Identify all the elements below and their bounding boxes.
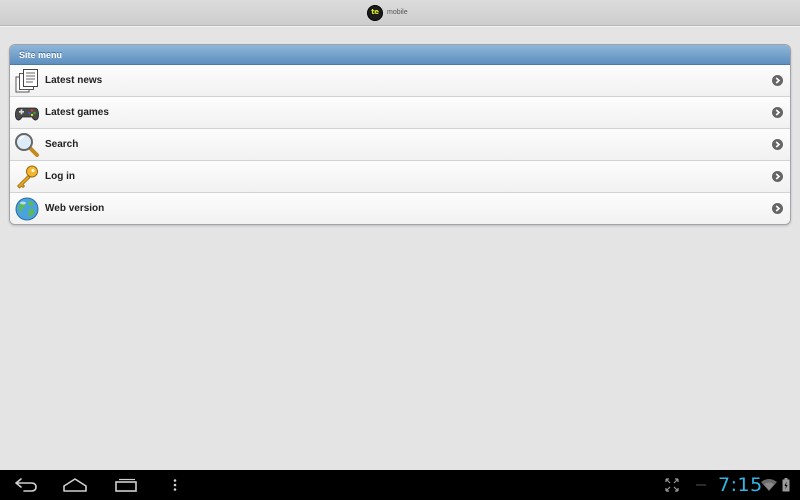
- home-icon: [63, 478, 87, 492]
- menu-item-search[interactable]: Search: [10, 129, 790, 161]
- dash-icon: [696, 484, 706, 486]
- menu-item-web-version[interactable]: Web version: [10, 193, 790, 224]
- site-logo[interactable]: te mobile: [367, 4, 408, 21]
- battery-status: [780, 470, 792, 500]
- menu-item-latest-games[interactable]: Latest games: [10, 97, 790, 129]
- chevron-right-icon: [772, 171, 783, 182]
- recent-apps-icon: [115, 478, 137, 492]
- chevron-right-icon: [772, 139, 783, 150]
- back-button[interactable]: [12, 470, 40, 500]
- news-icon: [15, 69, 38, 93]
- system-navigation-bar: 7:15: [0, 470, 800, 500]
- site-menu-panel: Site menu Latest news Latest games Searc…: [9, 44, 791, 225]
- menu-label-latest-games: Latest games: [45, 107, 109, 118]
- screen-compat-button[interactable]: [662, 470, 682, 500]
- menu-item-latest-news[interactable]: Latest news: [10, 65, 790, 97]
- globe-icon: [15, 197, 39, 221]
- wifi-status: [760, 470, 778, 500]
- menu-label-log-in: Log in: [45, 171, 75, 182]
- menu-overflow-button[interactable]: [168, 470, 182, 500]
- overflow-menu-icon: [173, 479, 177, 491]
- menu-label-web-version: Web version: [45, 203, 105, 214]
- screen: te mobile Site menu Latest news Latest g…: [0, 0, 800, 500]
- battery-charging-icon: [782, 478, 790, 492]
- logo-text: mobile: [387, 9, 408, 16]
- logo-badge-text: te: [371, 8, 379, 16]
- notification-divider: [694, 470, 708, 500]
- chevron-right-icon: [772, 75, 783, 86]
- key-icon: [16, 165, 38, 189]
- clock[interactable]: 7:15: [718, 472, 763, 498]
- chevron-right-icon: [772, 107, 783, 118]
- chevron-right-icon: [772, 203, 783, 214]
- recent-apps-button[interactable]: [112, 470, 140, 500]
- site-menu-title: Site menu: [10, 45, 790, 65]
- wifi-icon: [761, 479, 777, 491]
- menu-item-log-in[interactable]: Log in: [10, 161, 790, 193]
- top-header: te mobile: [0, 0, 800, 26]
- gamepad-icon: [15, 107, 39, 121]
- menu-label-latest-news: Latest news: [45, 75, 103, 86]
- magnifier-icon: [15, 133, 39, 157]
- expand-arrows-icon: [665, 478, 679, 492]
- logo-badge: te: [367, 4, 383, 21]
- home-button[interactable]: [61, 470, 89, 500]
- menu-label-search: Search: [45, 139, 79, 150]
- back-arrow-icon: [15, 478, 37, 492]
